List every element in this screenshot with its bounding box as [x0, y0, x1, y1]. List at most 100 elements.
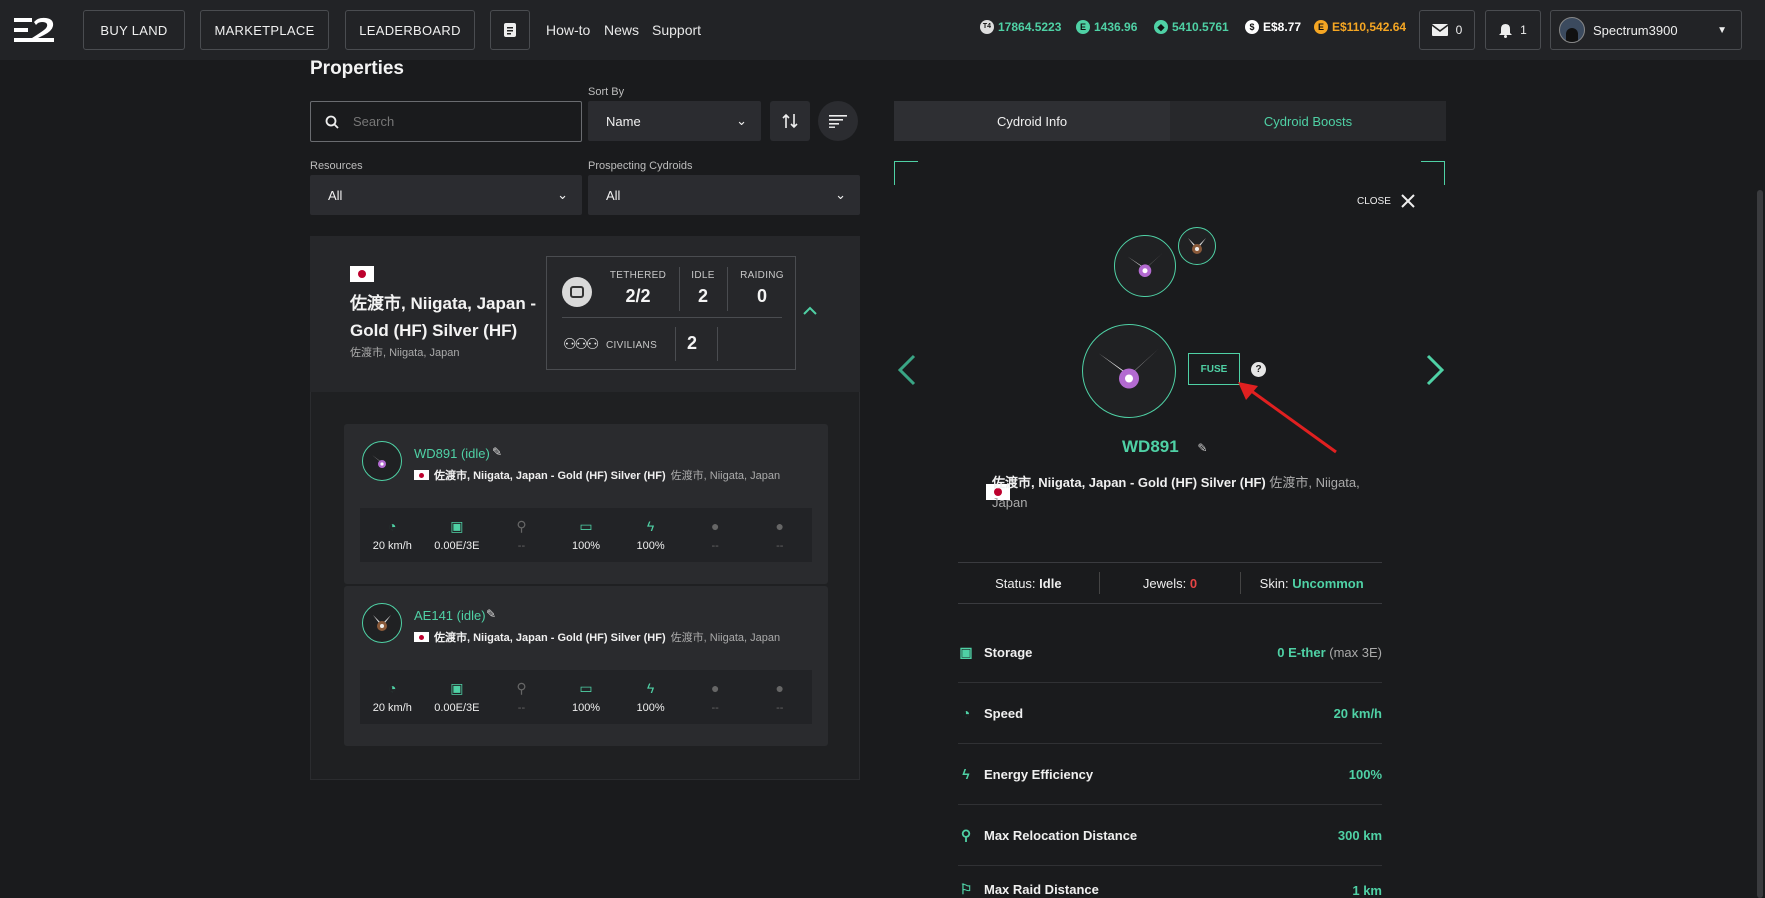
speed-stat: ◔ 20 km/h: [360, 670, 425, 724]
skin-field: Skin: Uncommon: [1241, 576, 1382, 591]
close-button[interactable]: CLOSE: [1357, 194, 1415, 208]
edit-pencil-icon[interactable]: ✎: [1197, 441, 1207, 455]
location-gray: 佐渡市, Niigata, Japan: [670, 470, 781, 482]
raiding-stat: RAIDING 0: [731, 270, 793, 307]
edit-pencil-icon[interactable]: ✎: [486, 607, 496, 621]
tethered-label: TETHERED: [609, 270, 667, 281]
filter-lines-icon: [829, 115, 847, 128]
filter-button[interactable]: [818, 101, 858, 141]
chevron-down-icon: ⌄: [835, 187, 846, 202]
location-text: 佐渡市, Niigata, Japan - Gold (HF) Silver (…: [434, 470, 666, 482]
battery-icon: ▭: [579, 518, 593, 534]
japan-flag-icon: [414, 632, 429, 642]
gold-coin-icon: E: [1314, 20, 1328, 34]
balance-ecredit-value: 1436.96: [1094, 20, 1138, 34]
detail-location-gray-2: Japan: [992, 495, 1028, 510]
cydroid-name[interactable]: AE141 (idle): [414, 608, 486, 623]
speedometer-icon: ◔: [388, 680, 397, 696]
attr-storage: ▣ Storage 0 E-ther (max 3E): [958, 622, 1382, 683]
previous-arrow-icon[interactable]: [897, 354, 917, 389]
search-placeholder: Search: [353, 114, 395, 129]
location-text: 佐渡市, Niigata, Japan - Gold (HF) Silver (…: [434, 632, 666, 644]
nav-how-to-link[interactable]: How-to: [546, 22, 590, 38]
efficiency-value: 100%: [636, 702, 665, 714]
divider: [562, 317, 782, 318]
bag-icon: ●: [775, 680, 784, 696]
cydroid-avatar-icon: [362, 441, 402, 481]
detail-location-bold: 佐渡市, Niigata, Japan - Gold (HF) Silver (…: [992, 475, 1266, 490]
extra-value-1: --: [711, 702, 719, 714]
relocation-value: --: [517, 702, 526, 714]
fuse-button[interactable]: FUSE: [1188, 353, 1240, 385]
sort-by-select[interactable]: Name ⌄: [588, 101, 761, 141]
resources-select[interactable]: All ⌄: [310, 175, 582, 215]
nav-marketplace-button[interactable]: MARKETPLACE: [200, 10, 329, 50]
mail-button[interactable]: 0: [1419, 10, 1475, 50]
storage-icon: ▣: [450, 518, 464, 534]
search-input[interactable]: Search: [310, 101, 582, 142]
dollar-icon: $: [1245, 20, 1259, 34]
notifications-button[interactable]: 1: [1485, 10, 1541, 50]
extra-stat-1: ● --: [683, 670, 748, 724]
close-icon: [1401, 194, 1415, 208]
detail-tabs: Cydroid Info Cydroid Boosts: [894, 101, 1446, 141]
divider: [717, 327, 718, 361]
top-bar: BUY LAND MARKETPLACE LEADERBOARD How-to …: [0, 0, 1765, 60]
cydroid-location: 佐渡市, Niigata, Japan - Gold (HF) Silver (…: [414, 629, 780, 645]
civilians-label: CIVILIANS: [606, 340, 658, 351]
speedometer-icon: ◔: [961, 705, 971, 721]
attr-label: Energy Efficiency: [984, 766, 1094, 782]
fused-cydroid-ae141-orb[interactable]: [1178, 227, 1216, 265]
status-label: Status:: [995, 575, 1036, 591]
resources-value: All: [328, 187, 343, 203]
location-gray: 佐渡市, Niigata, Japan: [670, 632, 781, 644]
extra-value-1: --: [711, 540, 719, 552]
mail-count: 0: [1455, 23, 1463, 37]
nav-buy-land-button[interactable]: BUY LAND: [83, 10, 185, 50]
balance-dollar[interactable]: $ E$8.77: [1245, 20, 1301, 34]
user-menu[interactable]: Spectrum3900 ▼: [1550, 10, 1742, 50]
help-icon[interactable]: ?: [1251, 362, 1266, 377]
raiding-label: RAIDING: [740, 270, 784, 281]
cydroid-location: 佐渡市, Niigata, Japan - Gold (HF) Silver (…: [414, 467, 780, 483]
speed-value: 20 km/h: [372, 702, 412, 714]
nav-leaderboard-button[interactable]: LEADERBOARD: [345, 10, 475, 50]
attr-value: 300 km: [1337, 827, 1382, 843]
cydroid-main-orb[interactable]: [1082, 324, 1176, 418]
collapse-chevron-up-icon[interactable]: [803, 302, 817, 320]
tab-cydroid-info[interactable]: Cydroid Info: [894, 101, 1170, 141]
scrollbar-thumb[interactable]: [1757, 190, 1763, 898]
balance-ether-value: 5410.5761: [1172, 20, 1229, 34]
efficiency-stat: ϟ 100%: [618, 670, 683, 724]
extra-stat-2: ● --: [747, 670, 812, 724]
edit-pencil-icon[interactable]: ✎: [492, 445, 502, 459]
sort-direction-button[interactable]: [770, 101, 810, 141]
idle-label: IDLE: [691, 270, 715, 281]
nav-news-link[interactable]: News: [604, 22, 639, 38]
balance-ether[interactable]: ◆ 5410.5761: [1154, 20, 1229, 34]
chevron-down-icon: ⌄: [557, 187, 568, 202]
skin-label: Skin:: [1259, 575, 1289, 591]
cydroid-card-ae141[interactable]: AE141 (idle) ✎ 佐渡市, Niigata, Japan - Gol…: [344, 586, 828, 746]
t4-token-icon: T4: [980, 20, 994, 34]
land-title: 佐渡市, Niigata, Japan - Gold (HF) Silver (…: [350, 294, 537, 340]
chevron-down-icon: ⌄: [736, 113, 747, 128]
cydroid-card-wd891[interactable]: WD891 (idle) ✎ 佐渡市, Niigata, Japan - Gol…: [344, 424, 828, 584]
balance-ecredit[interactable]: E 1436.96: [1076, 20, 1137, 34]
relocation-stat: ⚲ --: [489, 670, 554, 724]
nav-support-link[interactable]: Support: [652, 22, 701, 38]
tab-cydroid-boosts[interactable]: Cydroid Boosts: [1170, 101, 1446, 141]
next-arrow-icon[interactable]: [1425, 354, 1445, 389]
attr-value: 100%: [1348, 766, 1382, 782]
speed-value: 20 km/h: [372, 540, 412, 552]
fused-cydroid-wd891-orb[interactable]: [1114, 235, 1176, 297]
attr-value: 0 E-ther: [1277, 644, 1326, 660]
cydroid-name[interactable]: WD891 (idle): [414, 446, 490, 461]
prospecting-select[interactable]: All ⌄: [588, 175, 860, 215]
balance-t4[interactable]: T4 17864.5223: [980, 20, 1061, 34]
e2-logo[interactable]: [14, 16, 56, 44]
document-icon-button[interactable]: [490, 10, 530, 50]
cydroid-title: WD891 ✎: [1100, 437, 1300, 457]
sort-by-value: Name: [606, 113, 641, 129]
balance-gold[interactable]: E E$110,542.64: [1314, 20, 1406, 34]
